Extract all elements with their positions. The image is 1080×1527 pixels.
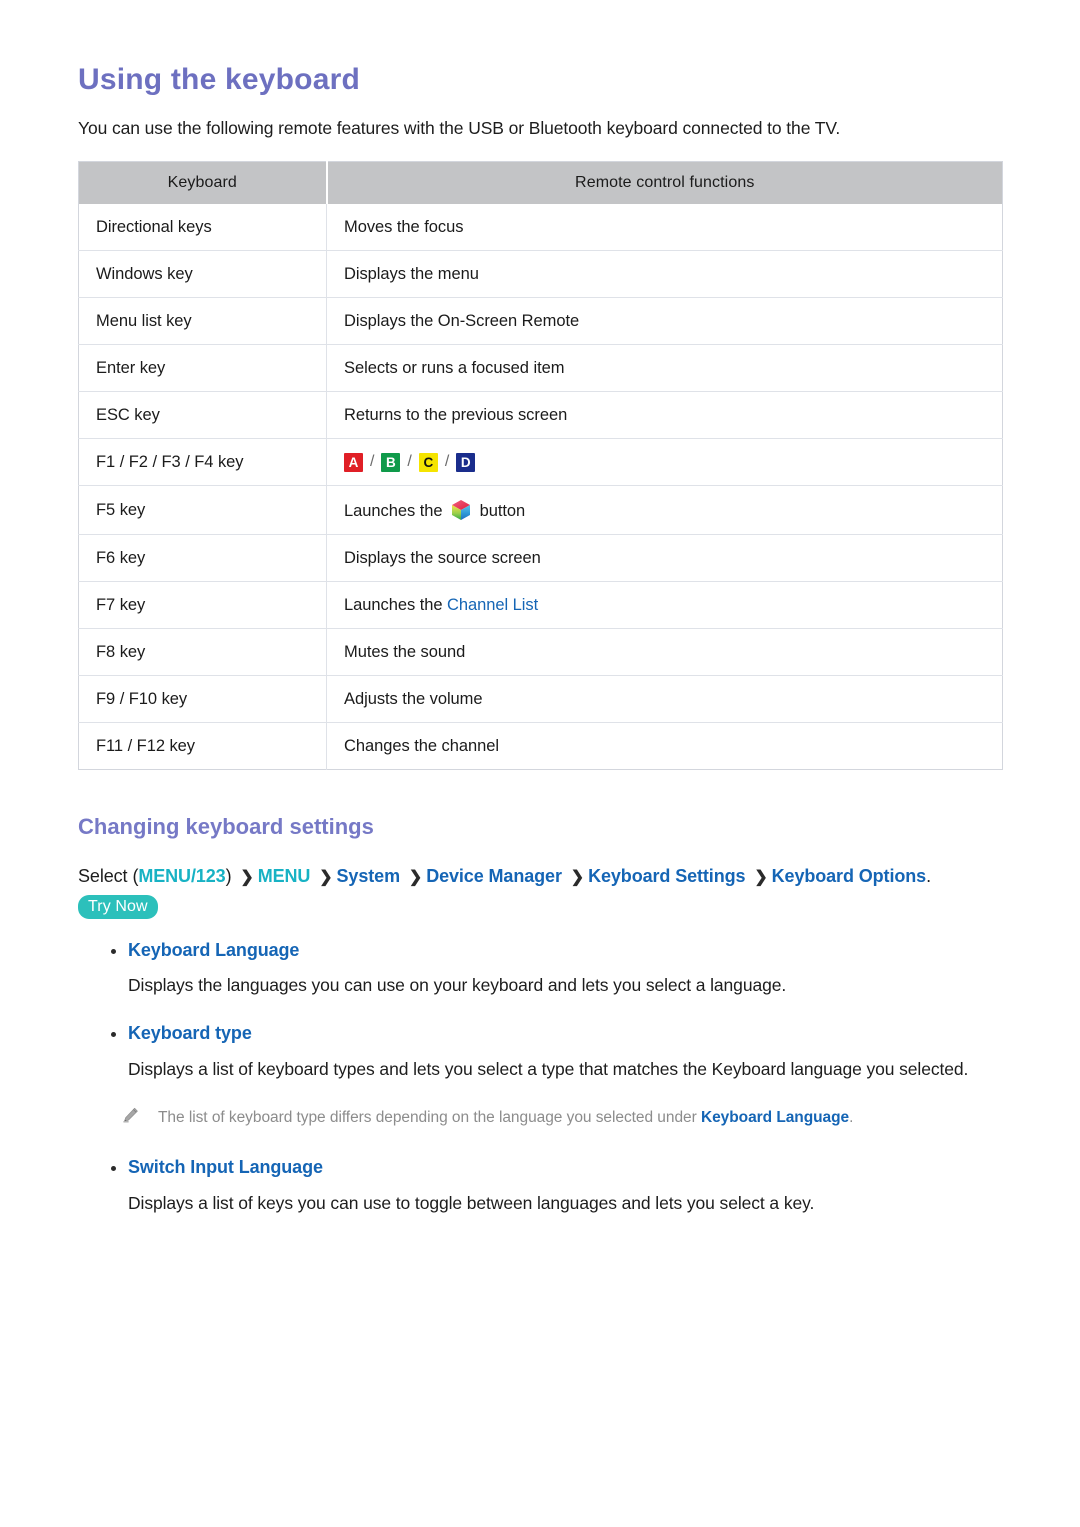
column-header-keyboard: Keyboard	[78, 161, 328, 205]
try-now-badge[interactable]: Try Now	[78, 894, 158, 919]
cell-key: F5 key	[78, 485, 327, 535]
path-terminator: .	[926, 865, 931, 886]
chip-separator: /	[370, 453, 375, 471]
keyboard-functions-table: Keyboard Remote control functions Direct…	[78, 161, 1003, 771]
cell-function: Selects or runs a focused item	[326, 344, 1003, 392]
path-token-menu[interactable]: MENU	[258, 866, 311, 886]
cell-function-color-buttons: A / B / C / D	[326, 438, 1003, 486]
note-keyboard-type: The list of keyboard type differs depend…	[78, 1106, 1002, 1132]
cell-function-smart-hub: Launches the button	[326, 485, 1003, 535]
option-description: Displays a list of keys you can use to t…	[128, 1192, 815, 1213]
cell-key: Windows key	[78, 250, 327, 298]
table-header-row: Keyboard Remote control functions	[78, 161, 1003, 205]
path-token-device-manager[interactable]: Device Manager	[426, 866, 562, 886]
color-button-b: B	[381, 452, 401, 472]
path-chevron-icon: ❯	[408, 868, 423, 886]
cell-key: F6 key	[78, 534, 327, 582]
table-row: Menu list key Displays the On-Screen Rem…	[78, 297, 1003, 345]
list-item: Keyboard type	[78, 1022, 1002, 1045]
path-chevron-icon: ❯	[754, 868, 768, 886]
settings-path-breadcrumb: Select (MENU/123) ❯ MENU ❯ System ❯ Device M…	[78, 863, 1002, 891]
cell-function: Returns to the previous screen	[326, 391, 1003, 439]
list-item: Keyboard Language	[78, 939, 1002, 962]
cell-function: Displays the source screen	[326, 534, 1003, 582]
cell-key: F7 key	[78, 581, 327, 629]
table-row: Enter key Selects or runs a focused item	[78, 344, 1003, 392]
table-row: Directional keys Moves the focus	[78, 204, 1003, 251]
cell-key: ESC key	[78, 391, 327, 439]
option-title-keyboard-type[interactable]: Keyboard type	[128, 1023, 252, 1043]
function-text-prefix: Launches the	[344, 595, 443, 614]
keyboard-options-list: Keyboard Language Displays the languages…	[78, 939, 1002, 1216]
cell-key: Enter key	[78, 344, 327, 392]
option-description: Displays the languages you can use on yo…	[128, 975, 787, 996]
section-heading-changing-keyboard-settings: Changing keyboard settings	[78, 814, 374, 840]
table-row: F6 key Displays the source screen	[78, 534, 1003, 582]
column-header-remote-functions: Remote control functions	[326, 161, 1003, 205]
path-token-keyboard-settings[interactable]: Keyboard Settings	[588, 866, 745, 886]
cell-key: F1 / F2 / F3 / F4 key	[78, 438, 327, 486]
function-text-after-icon: button	[479, 502, 526, 521]
bullet-dot-icon	[111, 1032, 116, 1038]
path-lead-word: Select	[78, 865, 128, 886]
cell-key: F8 key	[78, 628, 327, 676]
list-item: Switch Input Language	[78, 1156, 1002, 1179]
bullet-dot-icon	[111, 1166, 116, 1172]
cell-function: Mutes the sound	[326, 628, 1003, 676]
page-title: Using the keyboard	[78, 63, 360, 96]
try-now-container: Try Now	[78, 894, 1002, 919]
option-title-switch-input-language[interactable]: Switch Input Language	[128, 1157, 323, 1177]
table-row: F7 key Launches the Channel List	[78, 581, 1003, 629]
note-text-after: .	[849, 1109, 854, 1127]
path-chevron-icon: ❯	[570, 868, 585, 886]
function-text-before-icon: Launches the	[344, 502, 443, 521]
table-row: Windows key Displays the menu	[78, 250, 1003, 298]
note-emphasis-keyboard-language[interactable]: Keyboard Language	[701, 1109, 849, 1126]
cell-key: F9 / F10 key	[78, 675, 327, 723]
color-button-c: C	[418, 452, 438, 472]
table-row: F11 / F12 key Changes the channel	[78, 722, 1003, 770]
table-row: ESC key Returns to the previous screen	[78, 391, 1003, 439]
option-description: Displays a list of keyboard types and le…	[128, 1058, 969, 1079]
table-row: F1 / F2 / F3 / F4 key A / B / C / D	[78, 438, 1003, 486]
table-row: F8 key Mutes the sound	[78, 628, 1003, 676]
note-text-before: The list of keyboard type differs depend…	[158, 1109, 697, 1127]
cell-key: Menu list key	[78, 297, 327, 345]
document-page: Using the keyboard You can use the follo…	[0, 0, 1080, 1527]
pencil-icon	[122, 1107, 139, 1124]
table-row: F9 / F10 key Adjusts the volume	[78, 675, 1003, 723]
path-token-system[interactable]: System	[337, 866, 401, 886]
intro-paragraph: You can use the following remote feature…	[78, 118, 841, 138]
cell-function: Displays the On-Screen Remote	[326, 297, 1003, 345]
color-button-group: A / B / C / D	[344, 452, 476, 472]
table-row: F5 key Launches the button	[78, 485, 1003, 535]
chip-separator: /	[444, 453, 450, 471]
path-open-paren: (	[132, 865, 139, 886]
cell-key: F11 / F12 key	[78, 722, 327, 770]
path-token-keyboard-options[interactable]: Keyboard Options	[772, 866, 927, 886]
cell-function: Changes the channel	[326, 722, 1003, 770]
color-button-a: A	[344, 452, 363, 472]
cell-function-channel-list: Launches the Channel List	[326, 581, 1003, 629]
path-chevron-icon: ❯	[240, 868, 254, 886]
smart-hub-icon	[451, 499, 471, 521]
path-token-menu-123[interactable]: MENU/123	[138, 866, 225, 886]
option-title-keyboard-language[interactable]: Keyboard Language	[128, 940, 299, 960]
chip-separator: /	[407, 453, 412, 471]
channel-list-link[interactable]: Channel List	[447, 596, 538, 614]
color-button-d: D	[456, 452, 476, 472]
cell-key: Directional keys	[78, 204, 327, 251]
cell-function: Adjusts the volume	[326, 675, 1003, 723]
note-text: The list of keyboard type differs depend…	[158, 1109, 853, 1126]
bullet-dot-icon	[111, 948, 116, 954]
path-close-paren: )	[225, 865, 232, 886]
cell-function: Moves the focus	[344, 217, 464, 236]
cell-function: Displays the menu	[326, 250, 1003, 298]
path-chevron-icon: ❯	[319, 868, 333, 886]
